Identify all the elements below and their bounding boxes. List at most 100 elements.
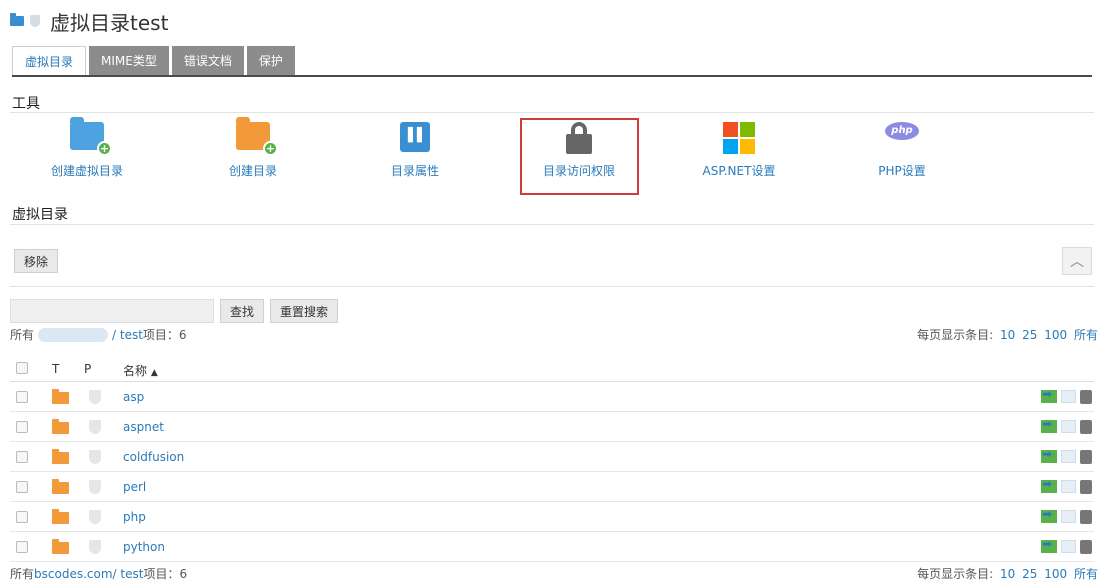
folder-icon (52, 389, 69, 404)
per-page-option-100[interactable]: 100 (1044, 567, 1067, 581)
per-page-option-10[interactable]: 10 (1000, 567, 1015, 581)
tab-error-documents[interactable]: 错误文档 (171, 46, 244, 75)
row-checkbox[interactable] (16, 421, 28, 433)
lock-icon[interactable] (1080, 420, 1092, 434)
per-page-selector-bottom: 每页显示条目: 10 25 100 所有 (917, 565, 1098, 582)
lock-icon[interactable] (1080, 480, 1092, 494)
disabled-action-icon (1061, 390, 1076, 403)
disabled-action-icon (1061, 450, 1076, 463)
tool-label: 创建虚拟目录 (50, 164, 123, 178)
table-row: php (10, 502, 1094, 532)
row-actions (1041, 387, 1092, 404)
per-page-option-100[interactable]: 100 (1044, 328, 1067, 342)
disabled-action-icon (1061, 540, 1076, 553)
lock-icon[interactable] (1080, 540, 1092, 554)
highlight-box (520, 118, 639, 195)
tool-label: 目录属性 (390, 164, 439, 178)
summary-prefix: 所有 (10, 567, 35, 581)
folder-icon (10, 13, 24, 26)
remove-button[interactable]: 移除 (14, 249, 59, 273)
breadcrumb-summary-bottom: 所有 bscodes.com / test 项目：6 (10, 565, 187, 582)
per-page-option-25[interactable]: 25 (1022, 567, 1037, 581)
row-checkbox[interactable] (16, 481, 28, 493)
tab-virtual-directory[interactable]: 虚拟目录 (12, 46, 87, 75)
per-page-option-all[interactable]: 所有 (1074, 567, 1098, 581)
table-row: asp (10, 382, 1094, 412)
tool-label: ASP.NET设置 (702, 164, 776, 178)
shield-icon (89, 540, 101, 554)
vdir-section-title: 虚拟目录 (12, 207, 68, 223)
sort-ascending-icon: ▲ (150, 368, 158, 378)
tools-section-title: 工具 (12, 96, 40, 112)
row-checkbox[interactable] (16, 541, 28, 553)
summary-path-link[interactable]: / test (112, 328, 143, 342)
per-page-selector: 每页显示条目: 10 25 100 所有 (917, 326, 1098, 343)
redacted-domain (38, 327, 109, 342)
directory-name-link[interactable]: asp (123, 390, 144, 404)
shield-icon (89, 390, 101, 404)
directory-name-link[interactable]: coldfusion (123, 450, 184, 464)
open-arrow-icon[interactable] (1041, 417, 1057, 433)
folder-icon (52, 449, 69, 464)
lock-icon[interactable] (1080, 510, 1092, 524)
tool-create-virtual-directory[interactable]: + 创建虚拟目录 (12, 117, 162, 184)
table-row: coldfusion (10, 442, 1094, 472)
shield-icon (30, 15, 40, 27)
reset-search-button[interactable]: 重置搜索 (270, 299, 339, 323)
directory-name-link[interactable]: aspnet (123, 420, 164, 434)
row-actions (1041, 477, 1092, 494)
per-page-option-25[interactable]: 25 (1022, 328, 1037, 342)
shield-icon (89, 450, 101, 464)
summary-domain-link[interactable]: bscodes.com (34, 567, 113, 581)
tab-mime-types[interactable]: MIME类型 (89, 46, 169, 75)
table-row: aspnet (10, 412, 1094, 442)
divider (10, 112, 1094, 113)
row-checkbox[interactable] (16, 511, 28, 523)
column-header-p: P (84, 362, 92, 376)
directory-name-link[interactable]: python (123, 540, 165, 554)
column-header-name[interactable]: 名称 ▲ (123, 362, 158, 379)
directory-name-link[interactable]: perl (123, 480, 146, 494)
lock-icon[interactable] (1080, 450, 1092, 464)
per-page-label: 每页显示条目: (917, 567, 994, 581)
search-input[interactable] (10, 299, 214, 323)
collapse-button[interactable]: ︿ (1062, 247, 1092, 275)
row-actions (1041, 507, 1092, 524)
folder-icon (52, 539, 69, 554)
page-header: 虚拟目录test (10, 6, 168, 36)
disabled-action-icon (1061, 420, 1076, 433)
tool-create-directory[interactable]: + 创建目录 (178, 117, 328, 184)
folder-icon (52, 419, 69, 434)
divider (10, 224, 1094, 225)
find-button[interactable]: 查找 (220, 299, 265, 323)
open-arrow-icon[interactable] (1041, 387, 1057, 403)
disabled-action-icon (1061, 480, 1076, 493)
summary-path-link[interactable]: / test (113, 567, 144, 581)
open-arrow-icon[interactable] (1041, 477, 1057, 493)
row-actions (1041, 537, 1092, 554)
open-arrow-icon[interactable] (1041, 507, 1057, 523)
tool-directory-properties[interactable]: 目录属性 (340, 118, 490, 184)
disabled-action-icon (1061, 510, 1076, 523)
shield-icon (89, 480, 101, 494)
tool-php-settings[interactable]: php PHP设置 (827, 118, 977, 184)
per-page-option-10[interactable]: 10 (1000, 328, 1015, 342)
properties-icon (400, 122, 430, 152)
php-icon: php (885, 122, 919, 140)
per-page-option-all[interactable]: 所有 (1074, 328, 1098, 342)
row-checkbox[interactable] (16, 451, 28, 463)
open-arrow-icon[interactable] (1041, 537, 1057, 553)
directory-name-link[interactable]: php (123, 510, 146, 524)
lock-icon[interactable] (1080, 390, 1092, 404)
row-checkbox[interactable] (16, 391, 28, 403)
tools-panel: + 创建虚拟目录 + 创建目录 目录属性 目录访问权限 ASP.NET设置 ph… (12, 117, 1012, 195)
table-header: T P 名称 ▲ (10, 354, 1094, 382)
table-row: python (10, 532, 1094, 562)
tool-aspnet-settings[interactable]: ASP.NET设置 (664, 118, 814, 184)
summary-prefix: 所有 (10, 328, 35, 342)
vdir-table: T P 名称 ▲ asp aspnet coldfusion (10, 354, 1094, 562)
folder-add-icon: + (70, 117, 112, 156)
select-all-checkbox[interactable] (16, 362, 28, 374)
open-arrow-icon[interactable] (1041, 447, 1057, 463)
tab-protection[interactable]: 保护 (246, 46, 295, 75)
